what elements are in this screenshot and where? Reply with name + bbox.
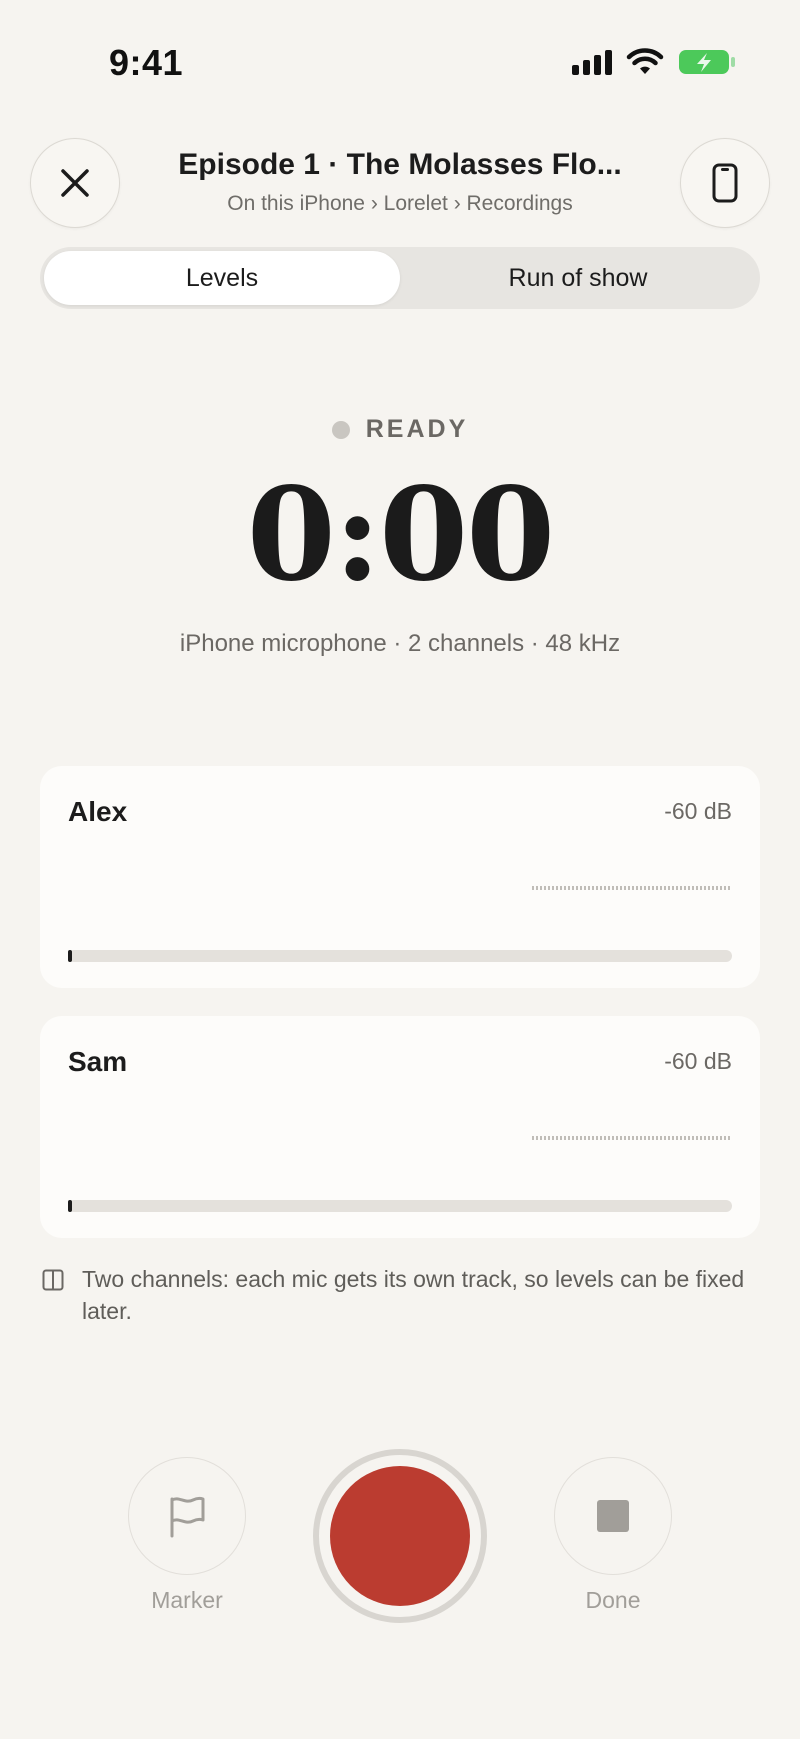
view-tabs: Levels Run of show — [40, 247, 760, 309]
level-meter-fill — [68, 1200, 72, 1212]
device-button[interactable] — [680, 138, 770, 228]
input-info: iPhone microphone · 2 channels · 48 kHz — [179, 630, 621, 657]
channel-hint: Two channels: each mic gets its own trac… — [42, 1263, 762, 1327]
peak-trace — [532, 1136, 732, 1140]
hint-text: Two channels: each mic gets its own trac… — [82, 1266, 745, 1324]
marker-label: Marker — [151, 1587, 223, 1613]
marker-button[interactable] — [128, 1457, 246, 1575]
channel-name: Sam — [68, 1046, 128, 1077]
cellular-signal-icon — [572, 49, 612, 75]
close-button[interactable] — [30, 138, 120, 228]
flag-icon — [170, 1496, 205, 1538]
wifi-icon — [626, 48, 664, 76]
done-button[interactable] — [554, 1457, 672, 1575]
tab-levels[interactable]: Levels — [44, 251, 400, 305]
level-meter — [68, 950, 732, 962]
iphone-icon — [712, 163, 738, 203]
status-dot — [331, 420, 350, 439]
done-label: Done — [585, 1587, 641, 1613]
episode-title: Episode 1 · The Molasses Flo... — [178, 148, 622, 181]
split-columns-icon — [42, 1269, 64, 1291]
done-control: Done — [554, 1457, 672, 1614]
recording-status: READY — [0, 415, 800, 444]
close-icon — [61, 169, 89, 197]
breadcrumb[interactable]: On this iPhone › Lorelet › Recordings — [150, 192, 650, 216]
record-button-ring — [313, 1449, 487, 1623]
marker-control: Marker — [128, 1457, 246, 1614]
peak-trace — [532, 886, 732, 890]
status-text: READY — [365, 415, 469, 443]
status-time: 9:41 — [109, 42, 184, 83]
channel-level-db: -60 dB — [664, 1048, 732, 1074]
status-bar: 9:41 — [0, 0, 800, 120]
header-titles: Episode 1 · The Molasses Flo... On this … — [150, 148, 650, 216]
elapsed-timer: 0:00 — [246, 460, 555, 610]
status-icons — [572, 48, 736, 76]
stop-icon — [597, 1500, 629, 1532]
channel-card-sam: Sam -60 dB — [40, 1016, 760, 1238]
channel-card-alex: Alex -60 dB — [40, 766, 760, 988]
channel-name: Alex — [68, 796, 128, 827]
level-meter-fill — [68, 950, 72, 962]
level-meter — [68, 1200, 732, 1212]
battery-charging-icon — [678, 48, 736, 76]
channel-level-db: -60 dB — [664, 798, 732, 824]
tab-run-of-show[interactable]: Run of show — [400, 251, 756, 305]
record-button[interactable] — [330, 1466, 470, 1606]
